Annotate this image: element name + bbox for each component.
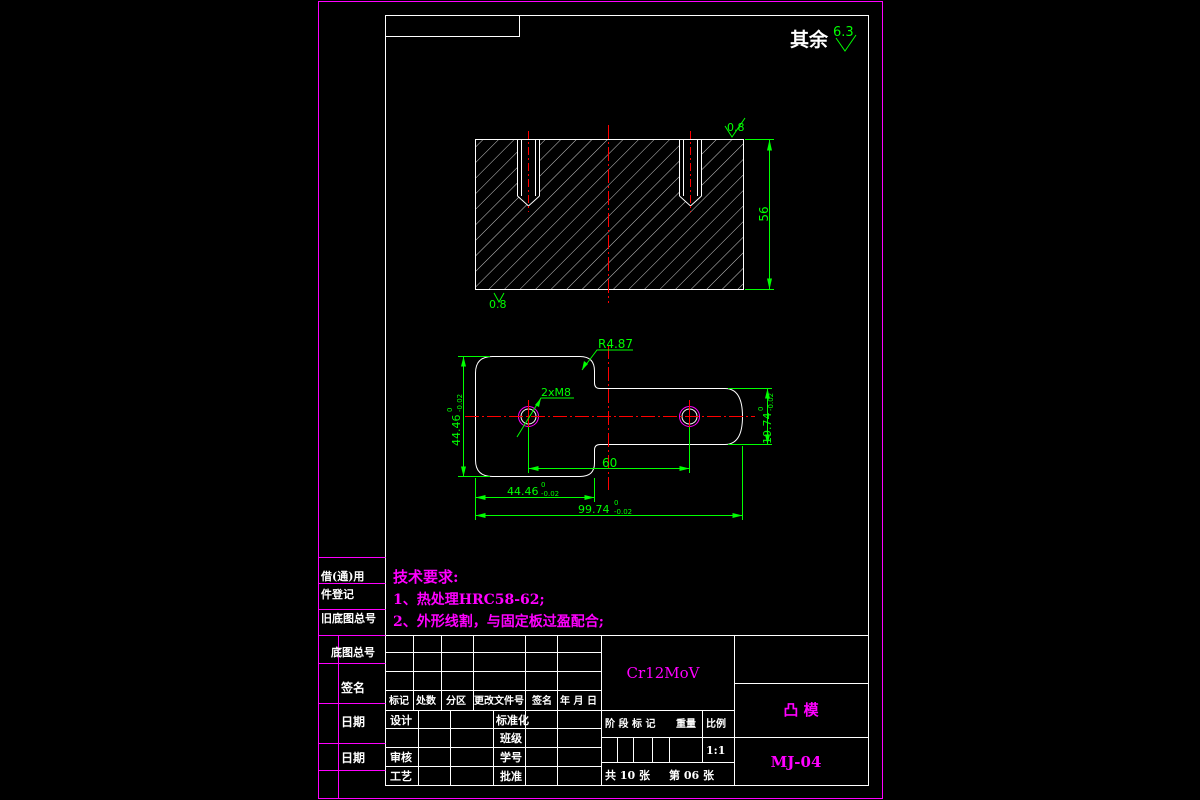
drawing-number: MJ-04 <box>771 753 822 771</box>
left-height-tol-low: -0.02 <box>456 394 464 412</box>
left-height-tol-up: 0 <box>446 408 454 412</box>
side-signature: 签名 <box>340 680 365 695</box>
rev-header-doc: 更改文件号 <box>474 694 524 707</box>
material-label: Cr12MoV <box>627 664 701 682</box>
radius-dim: R4.87 <box>598 337 633 351</box>
head-width-tol-low: -0.02 <box>541 490 559 498</box>
stage-headers: 阶 段 标 记 重量 比例 <box>605 717 726 730</box>
stage-header-weight: 重量 <box>676 717 696 730</box>
tech-req-heading: 技术要求: <box>393 568 459 586</box>
holes-dim: 2xM8 <box>541 386 571 399</box>
right-height-tol-up: 0 <box>757 407 765 411</box>
total-width-tol-up: 0 <box>614 499 618 507</box>
scale-value: 1:1 <box>706 744 725 757</box>
total-sheets: 共 10 张 <box>605 768 651 782</box>
hole-spacing-dim: 60 <box>602 456 617 470</box>
tech-req-line1: 1、热处理HRC58-62; <box>393 591 545 608</box>
rev-header-count: 处数 <box>415 694 437 707</box>
stage-header-stage: 阶 段 标 记 <box>605 717 655 730</box>
drawing-canvas: 其余 6.3 56 0.8 0.8 R4.87 2xM8 60 44.46 0 … <box>318 1 883 799</box>
student-no-label: 学号 <box>500 750 522 764</box>
right-height-dim: 19.74 <box>761 413 774 445</box>
side-base-drawing-no: 底图总号 <box>331 645 375 659</box>
rev-header-sign: 签名 <box>531 694 552 707</box>
class-label: 班级 <box>500 731 523 745</box>
side-part-register: 件登记 <box>321 587 354 601</box>
side-date-2: 日期 <box>341 750 365 765</box>
tech-req-line2: 2、外形线割，与固定板过盈配合; <box>393 613 604 630</box>
head-width-dim: 44.46 <box>507 485 539 498</box>
review-label: 审核 <box>390 750 412 764</box>
process-label: 工艺 <box>390 769 412 783</box>
right-height-tol-low: -0.02 <box>767 393 775 411</box>
section-height-dim: 56 <box>757 206 771 221</box>
roughness-note-value: 6.3 <box>833 25 854 40</box>
left-height-dim: 44.46 <box>450 415 463 447</box>
section-view <box>475 117 774 304</box>
rev-header-mark: 标记 <box>388 694 409 707</box>
side-old-drawing-no: 旧底图总号 <box>321 611 376 625</box>
head-width-tol-up: 0 <box>541 481 545 489</box>
surface-roughness-bottom: 0.8 <box>489 298 507 311</box>
outer-border <box>318 1 883 799</box>
part-name: 凸 模 <box>783 701 819 719</box>
approve-label: 批准 <box>500 769 522 783</box>
side-borrow-use: 借(通)用 <box>320 569 364 583</box>
rev-header-date: 年 月 日 <box>560 694 597 707</box>
plan-view <box>458 345 772 520</box>
drawing-number-box <box>385 15 520 37</box>
roughness-note-prefix: 其余 <box>790 28 829 51</box>
side-date-1: 日期 <box>341 714 365 729</box>
total-width-dim: 99.74 <box>578 503 610 516</box>
surface-roughness-top: 0.8 <box>727 121 745 134</box>
revision-headers: 标记 处数 分区 更改文件号 签名 年 月 日 <box>388 694 597 707</box>
design-label: 设计 <box>390 713 412 727</box>
stage-header-scale: 比例 <box>706 717 726 730</box>
sheet-number: 第 06 张 <box>669 768 715 782</box>
total-width-tol-low: -0.02 <box>614 508 632 516</box>
rev-header-zone: 分区 <box>446 694 466 707</box>
standardize-label: 标准化 <box>495 713 529 727</box>
